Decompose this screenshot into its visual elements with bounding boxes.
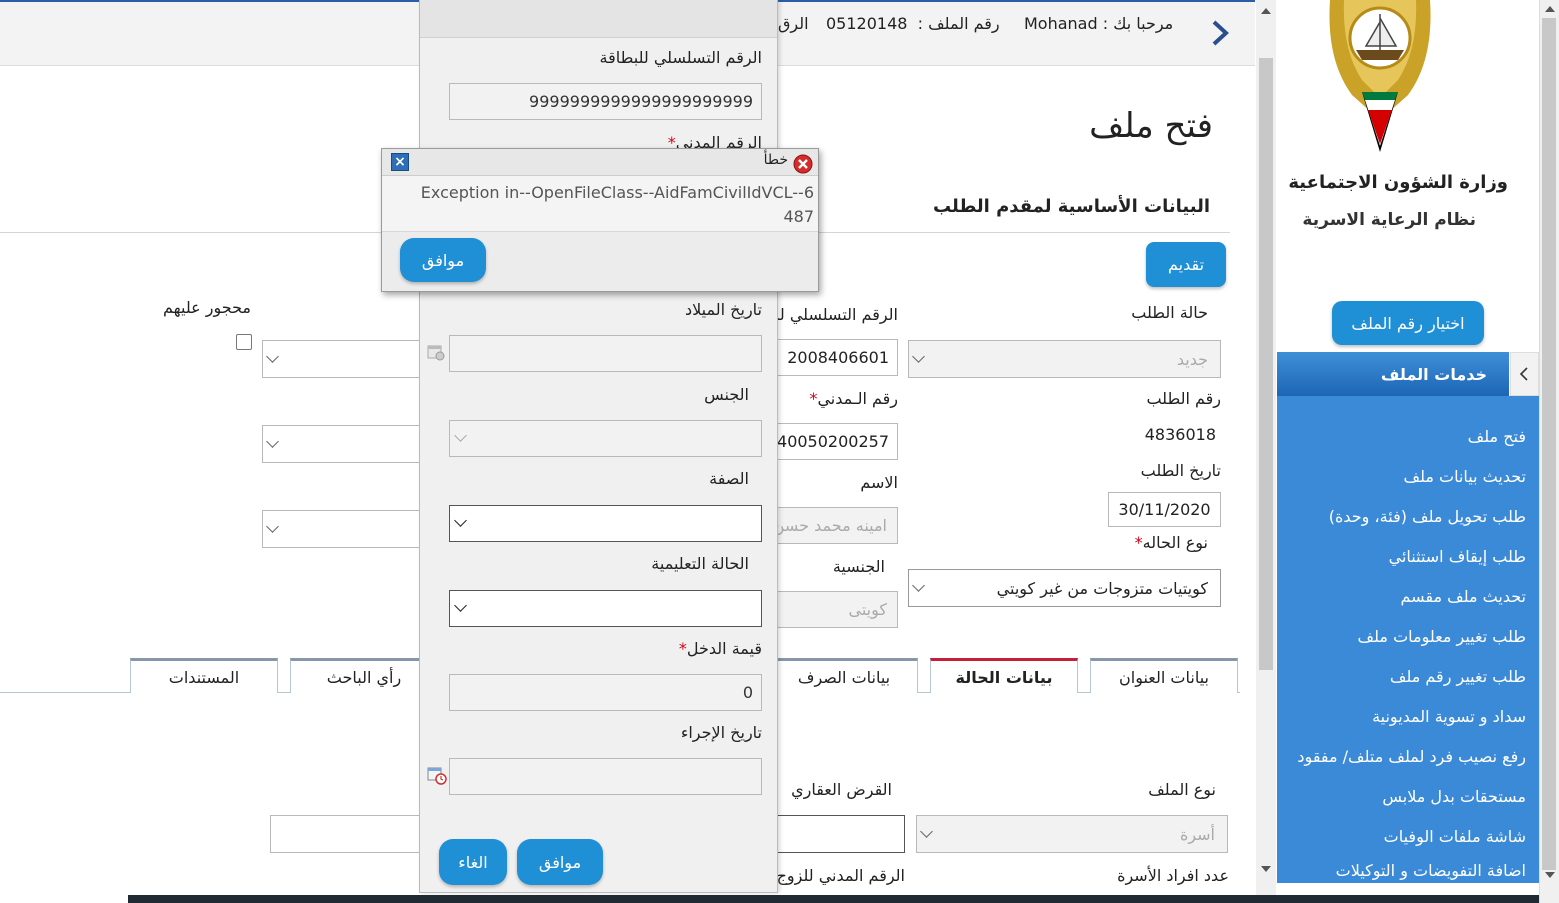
menu-item-change-file-number[interactable]: طلب تغيير رقم ملف — [1390, 667, 1526, 686]
error-dialog-title: خطأ — [763, 152, 788, 168]
panel-cancel-button[interactable]: الغاء — [439, 839, 507, 885]
request-number-label: رقم الطلب — [1146, 389, 1221, 408]
choose-file-button[interactable]: اختيار رقم الملف — [1332, 301, 1484, 345]
error-ok-button[interactable]: موافق — [400, 238, 486, 282]
spouse-civil-label: الرقم المدني للزوج — [776, 866, 905, 885]
panel-serial-field[interactable]: 9999999999999999999999 — [449, 83, 762, 120]
file-number-display: 05120148 رقم الملف : — [826, 14, 1000, 33]
member-panel-header — [420, 0, 777, 38]
ministry-name: وزارة الشؤون الاجتماعية — [1288, 172, 1508, 193]
tab-researcher[interactable]: رأي الباحث — [290, 658, 438, 693]
menu-item-authorizations[interactable]: اضافة التفويضات و التوكيلات — [1336, 861, 1526, 880]
error-message: Exception in--OpenFileClass--AidFamCivil… — [420, 183, 814, 226]
panel-income-label: قيمة الدخل* — [678, 639, 762, 658]
panel-birth-field[interactable] — [449, 335, 762, 372]
civil-id-label: رقم الـمدني* — [809, 389, 898, 408]
name-label: الاسم — [860, 473, 898, 492]
page-title: فتح ملف — [1089, 106, 1213, 146]
nationality-field[interactable]: كويتى — [770, 591, 898, 628]
calendar-icon[interactable] — [427, 765, 447, 785]
interdicted-label: محجور عليهم — [163, 298, 251, 317]
scroll-down-icon[interactable] — [1261, 866, 1271, 874]
panel-education-select[interactable] — [449, 590, 762, 627]
nationality-label: الجنسية — [832, 557, 885, 576]
tab-case[interactable]: بيانات الحالة — [930, 658, 1078, 693]
panel-relation-label: الصفة — [709, 469, 749, 488]
header-cut-label: الرق — [778, 14, 809, 33]
chevron-left-icon — [1519, 367, 1528, 381]
chevron-right-icon[interactable] — [1208, 18, 1232, 48]
case-type-label: نوع الحاله* — [1134, 533, 1208, 552]
request-status-label: حالة الطلب — [1131, 303, 1208, 322]
request-status-select[interactable]: جديد — [908, 340, 1221, 378]
menu-item-debt-settlement[interactable]: سداد و تسوية المديونية — [1372, 707, 1526, 726]
left-select-3[interactable] — [262, 510, 432, 548]
menu-item-open-file[interactable]: فتح ملف — [1468, 427, 1526, 446]
window-scrollbar-thumb[interactable] — [1542, 18, 1556, 870]
panel-proc-date-field[interactable] — [449, 758, 762, 795]
menu-item-transfer-file[interactable]: طلب تحويل ملف (فئة، وحدة) — [1329, 507, 1526, 526]
menu-item-death-files[interactable]: شاشة ملفات الوفيات — [1384, 827, 1526, 846]
request-date-label: تاريخ الطلب — [1140, 461, 1221, 480]
panel-ok-button[interactable]: موافق — [517, 839, 603, 885]
left-select-1[interactable] — [262, 340, 432, 378]
interdicted-checkbox[interactable] — [236, 334, 252, 350]
housing-loan-field[interactable] — [770, 815, 905, 853]
error-dialog-titlebar — [382, 149, 818, 176]
menu-item-change-file-info[interactable]: طلب تغيير معلومات ملف — [1358, 627, 1526, 646]
scroll-up-icon[interactable] — [1545, 4, 1555, 12]
scroll-up-icon[interactable] — [1261, 6, 1271, 14]
card-serial-field[interactable]: 2008406601 — [770, 339, 898, 376]
panel-serial-label: الرقم التسلسلي للبطاقة — [599, 48, 762, 67]
main-scrollbar-thumb[interactable] — [1259, 58, 1273, 670]
civil-id-field[interactable]: 40050200257 — [770, 423, 898, 460]
name-field[interactable]: امينه محمد حسن — [770, 507, 898, 544]
panel-gender-select[interactable] — [449, 420, 762, 457]
taskbar-strip — [128, 895, 1559, 903]
menu-item-update-file[interactable]: تحديث بيانات ملف — [1404, 467, 1527, 486]
panel-gender-label: الجنس — [704, 385, 749, 404]
menu-item-clothing-allowance[interactable]: مستحقات بدل ملابس — [1382, 787, 1526, 806]
kuwait-emblem-logo — [1329, 0, 1431, 152]
family-count-label: عدد افراد الأسرة — [1117, 866, 1229, 885]
tab-payment[interactable]: بيانات الصرف — [770, 658, 918, 693]
panel-proc-date-label: تاريخ الإجراء — [680, 723, 762, 742]
menu-item-raise-share[interactable]: رفع نصيب فرد لملف متلف/ مفقود — [1297, 747, 1526, 766]
panel-relation-select[interactable] — [449, 505, 762, 542]
file-type-select[interactable]: أسرة — [916, 815, 1228, 853]
panel-education-label: الحالة التعليمية — [651, 554, 749, 573]
housing-loan-label: القرض العقاري — [791, 780, 892, 799]
left-select-2[interactable] — [262, 425, 432, 463]
request-date-field[interactable]: 30/11/2020 — [1108, 492, 1221, 527]
request-number-value: 4836018 — [1144, 425, 1216, 444]
case-type-select[interactable]: كويتيات متزوجات من غير كويتي — [908, 569, 1221, 607]
error-icon — [793, 154, 813, 174]
services-header-label: خدمات الملف — [1380, 365, 1487, 384]
menu-item-exceptional-stop[interactable]: طلب إيقاف استثنائي — [1389, 547, 1526, 566]
section-title: البيانات الأساسية لمقدم الطلب — [932, 196, 1210, 217]
welcome-display: Mohanad مرحبا بك : — [1024, 14, 1174, 33]
menu-item-update-split-file[interactable]: تحديث ملف مقسم — [1400, 587, 1526, 606]
system-name: نظام الرعاية الاسرية — [1302, 210, 1476, 230]
panel-income-field[interactable]: 0 — [449, 674, 762, 711]
file-type-label: نوع الملف — [1148, 780, 1216, 799]
submit-button[interactable]: تقديم — [1146, 242, 1226, 287]
tab-address[interactable]: بيانات العنوان — [1090, 658, 1238, 693]
scroll-down-icon[interactable] — [1545, 872, 1555, 880]
close-icon[interactable]: × — [391, 153, 409, 171]
left-lower-field[interactable] — [270, 815, 430, 853]
calendar-icon[interactable] — [427, 343, 445, 361]
panel-birth-label: تاريخ الميلاد — [685, 300, 762, 319]
tab-documents[interactable]: المستندات — [130, 658, 278, 693]
